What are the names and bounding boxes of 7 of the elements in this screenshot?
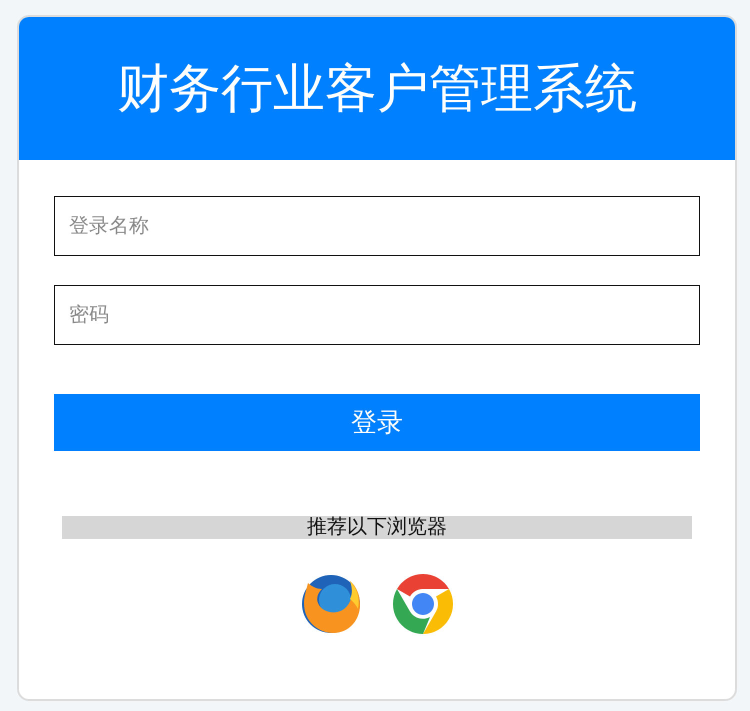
browser-recommendation: 推荐以下浏览器 bbox=[62, 516, 692, 539]
chrome-circle-icon bbox=[392, 573, 454, 635]
input-field[interactable]: 登录名称 bbox=[54, 196, 700, 256]
login-button[interactable]: 登录 bbox=[54, 394, 700, 451]
fox-globe-icon bbox=[300, 573, 362, 635]
input-field[interactable]: 密码 bbox=[54, 285, 700, 345]
system-title: 财务行业客户管理系统 bbox=[117, 58, 637, 120]
